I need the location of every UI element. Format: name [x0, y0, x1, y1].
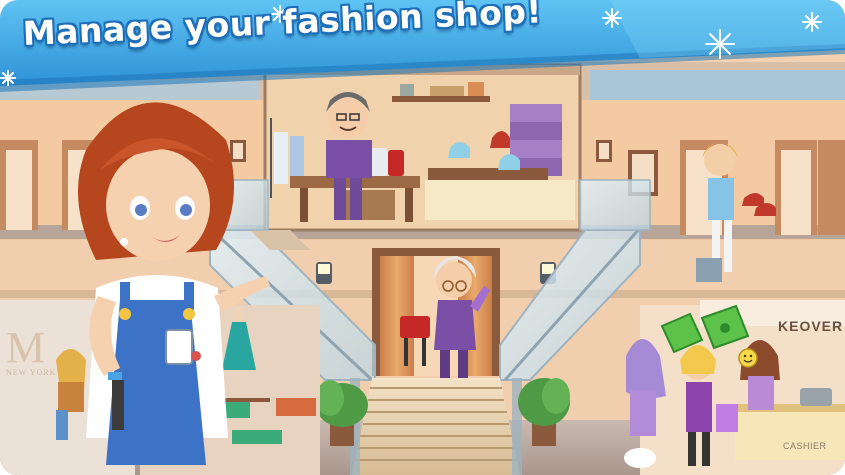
makeover-sign: KEOVER	[778, 318, 844, 334]
snowflake-icon	[802, 12, 822, 32]
snowflake-icon	[602, 8, 622, 28]
center-staircase	[350, 378, 522, 475]
snowflake-icon	[705, 29, 735, 59]
snowflake-icon	[0, 70, 16, 86]
fitting-room	[372, 248, 500, 380]
mall-scene	[0, 0, 845, 475]
id-badge	[165, 329, 193, 365]
cash-register	[800, 388, 832, 406]
tailor-shop	[263, 63, 582, 232]
smiley-icon	[738, 348, 758, 368]
game-screen: Manage your fashion shop! M NEW YORK KEO…	[0, 0, 845, 475]
cashier-counter	[735, 410, 845, 460]
skylight-right	[590, 70, 845, 100]
cashier-sign: CASHIER	[783, 441, 827, 451]
boutique-city-sign: NEW YORK	[6, 368, 57, 377]
boutique-logo-letter: M	[6, 323, 46, 372]
